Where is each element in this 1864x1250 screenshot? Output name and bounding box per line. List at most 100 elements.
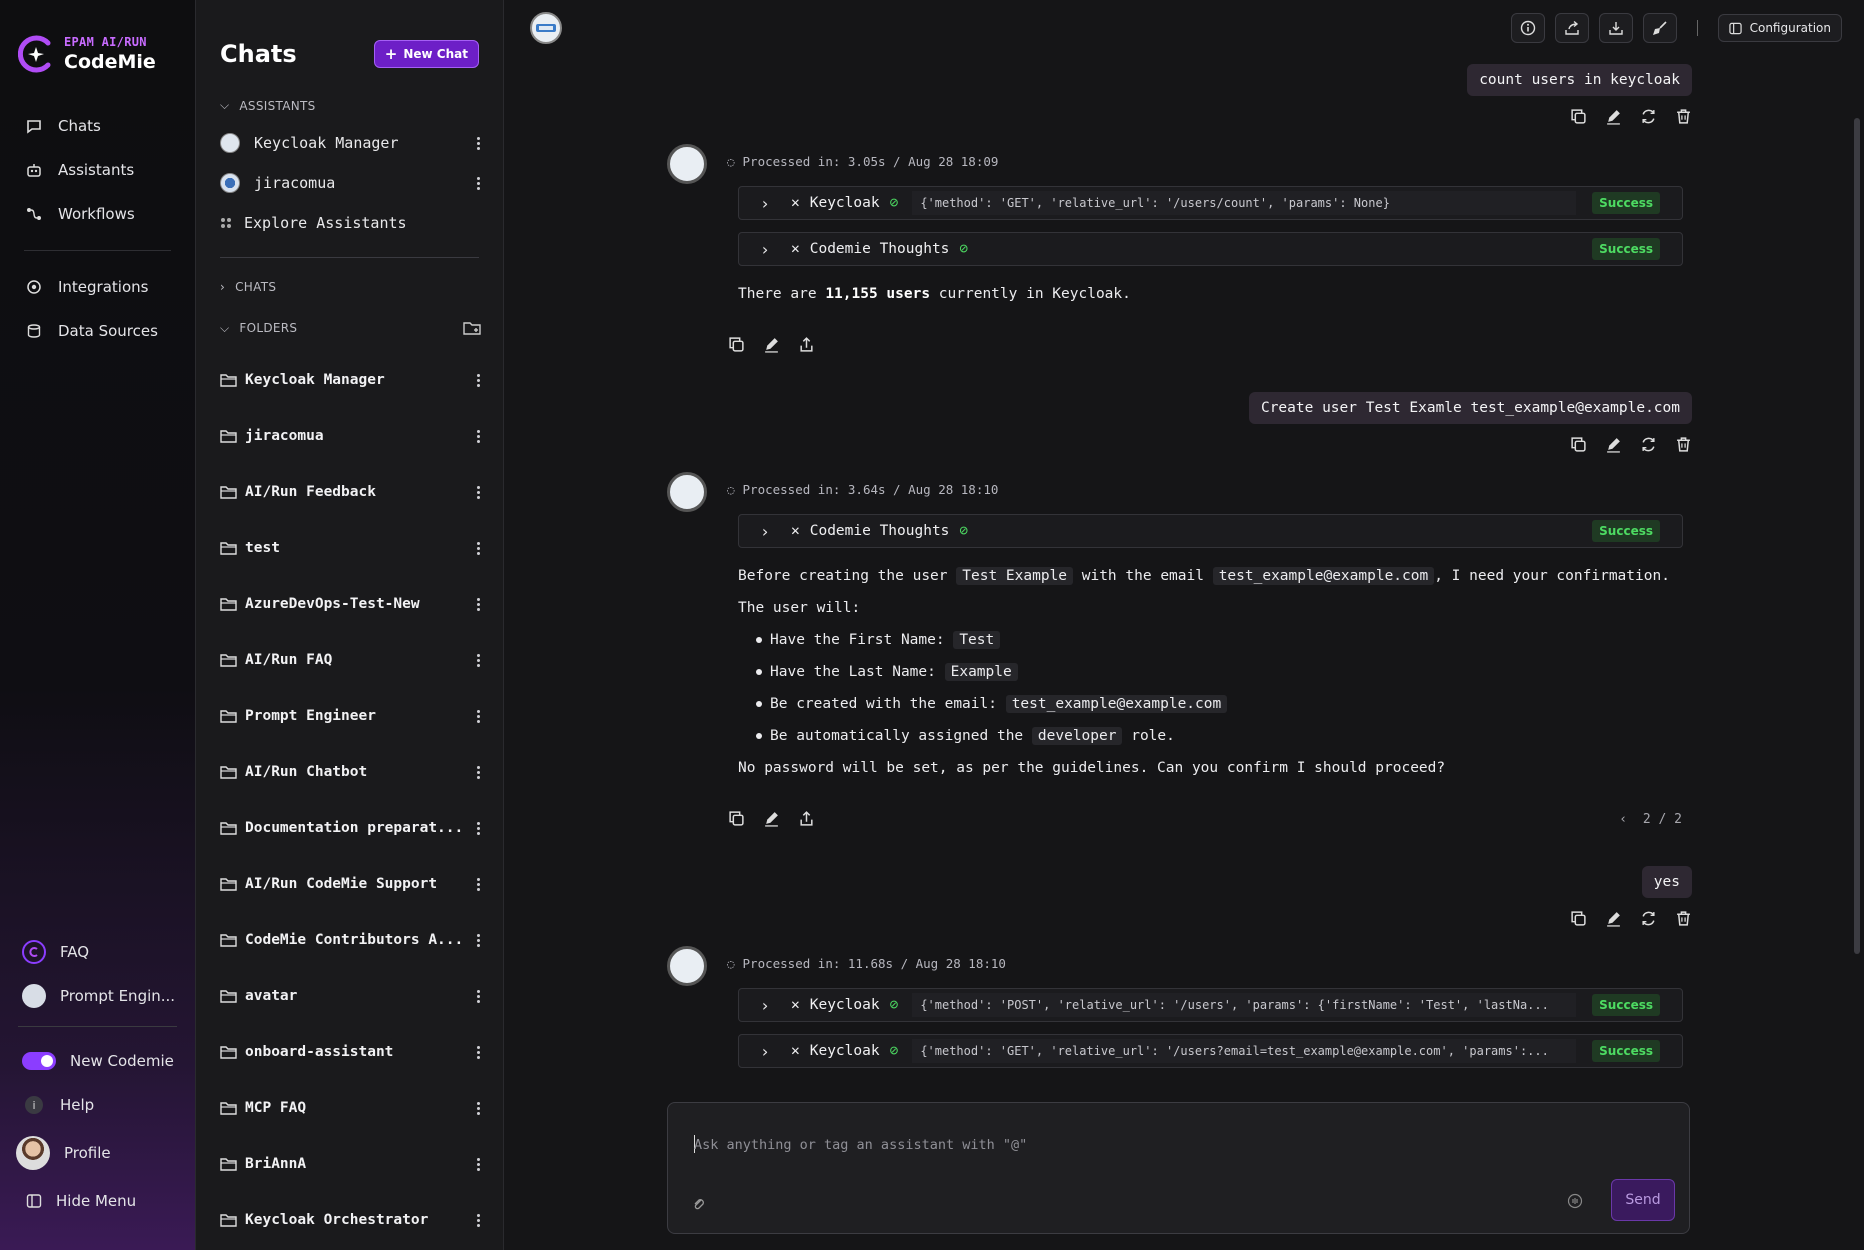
clear-chat-button[interactable] [1642, 13, 1677, 43]
assistant-item-keycloak-manager[interactable]: Keycloak Manager [196, 123, 503, 163]
more-options-icon[interactable] [477, 821, 481, 835]
more-options-icon[interactable] [477, 541, 481, 555]
tool-name-wrap: ✕ Keycloak ⊘ [791, 997, 898, 1013]
folder-item[interactable]: CodeMie Contributors A... [196, 912, 503, 968]
scrollbar[interactable] [1854, 118, 1860, 954]
edit-icon[interactable] [763, 336, 780, 353]
message-input[interactable]: Ask anything or tag an assistant with "@… [694, 1137, 1027, 1153]
folder-item[interactable]: jiracomua [196, 408, 503, 464]
assistant-item-jiracomua[interactable]: jiracomua [196, 163, 503, 203]
nav-item-integrations[interactable]: Integrations [0, 265, 195, 309]
folder-item[interactable]: AI/Run FAQ [196, 632, 503, 688]
folder-item[interactable]: onboard-assistant [196, 1024, 503, 1080]
regenerate-icon[interactable] [1640, 436, 1657, 453]
chevron-left-icon[interactable]: ‹ [1619, 812, 1627, 827]
delete-icon[interactable] [1675, 910, 1692, 927]
tool-call-row[interactable]: › ✕ Codemie Thoughts ⊘ Success [738, 232, 1683, 266]
prompt-engineer-link[interactable]: Prompt Engin... [0, 974, 195, 1018]
hide-menu-button[interactable]: Hide Menu [0, 1179, 195, 1223]
share-button[interactable] [1554, 13, 1589, 43]
brand[interactable]: EPAM AI/RUN CodeMie [0, 0, 195, 74]
new-chat-button[interactable]: + New Chat [373, 40, 479, 68]
folder-item[interactable]: test [196, 520, 503, 576]
folders-section-toggle[interactable]: ⌵ FOLDERS [196, 320, 503, 336]
new-codemie-toggle[interactable] [22, 1052, 56, 1070]
nav-item-assistants[interactable]: Assistants [0, 148, 195, 192]
more-options-icon[interactable] [477, 877, 481, 891]
nav-item-workflows[interactable]: Workflows [0, 192, 195, 236]
copy-icon[interactable] [728, 810, 745, 827]
info-button[interactable] [1510, 13, 1545, 43]
copy-icon[interactable] [1570, 436, 1587, 453]
chevron-down-icon: ⌵ [220, 98, 230, 112]
folder-item[interactable]: MCP FAQ [196, 1080, 503, 1136]
more-options-icon[interactable] [477, 1101, 481, 1115]
regenerate-icon[interactable] [1640, 108, 1657, 125]
tool-call-row[interactable]: › ✕ Codemie Thoughts ⊘ Success [738, 514, 1683, 548]
nav-item-chats[interactable]: Chats [0, 104, 195, 148]
chats-section-toggle[interactable]: › CHATS [196, 280, 503, 294]
configuration-button[interactable]: Configuration [1717, 14, 1842, 42]
add-folder-icon[interactable] [463, 320, 481, 336]
more-options-icon[interactable] [477, 485, 481, 499]
tool-call-row[interactable]: › ✕ Keycloak ⊘ {'method': 'POST', 'relativ… [738, 988, 1683, 1022]
folder-item[interactable]: Keycloak Manager [196, 352, 503, 408]
folders-section-label: FOLDERS [239, 320, 298, 335]
folder-item[interactable]: AzureDevOps-Test-New [196, 576, 503, 632]
edit-icon[interactable] [763, 810, 780, 827]
folder-item[interactable]: AI/Run Feedback [196, 464, 503, 520]
folder-item[interactable]: BriAnnA [196, 1136, 503, 1192]
edit-icon[interactable] [1605, 436, 1622, 453]
voice-input-icon[interactable] [1567, 1193, 1583, 1209]
help-link[interactable]: i Help [0, 1083, 195, 1127]
assistants-section-toggle[interactable]: ⌵ ASSISTANTS [196, 98, 503, 113]
more-options-icon[interactable] [477, 1157, 481, 1171]
copy-icon[interactable] [1570, 910, 1587, 927]
tool-call-row[interactable]: › ✕ Keycloak ⊘ {'method': 'GET', 'relative… [738, 186, 1683, 220]
regenerate-icon[interactable] [1640, 910, 1657, 927]
folder-item[interactable]: Documentation preparat... [196, 800, 503, 856]
folder-item[interactable]: Keycloak Orchestrator [196, 1192, 503, 1248]
inline-code: developer [1031, 727, 1123, 745]
folder-item[interactable]: AI/Run Chatbot [196, 744, 503, 800]
more-options-icon[interactable] [477, 989, 481, 1003]
more-options-icon[interactable] [477, 1045, 481, 1059]
database-icon [27, 324, 41, 338]
folder-item[interactable]: avatar [196, 968, 503, 1024]
folder-name: CodeMie Contributors A... [245, 932, 464, 948]
more-options-icon[interactable] [477, 933, 481, 947]
export-button[interactable] [1598, 13, 1633, 43]
response-pager[interactable]: ‹ 2 / 2 [1619, 812, 1682, 827]
tool-call-row[interactable]: › ✕ Keycloak ⊘ {'method': 'GET', 'relative… [738, 1034, 1683, 1068]
folder-item[interactable]: Prompt Engineer [196, 688, 503, 744]
folder-item[interactable]: AI/Run CodeMie Support [196, 856, 503, 912]
faq-link[interactable]: FAQ [0, 930, 195, 974]
more-options-icon[interactable] [477, 597, 481, 611]
more-options-icon[interactable] [477, 709, 481, 723]
folder-icon [220, 821, 237, 835]
more-options-icon[interactable] [477, 136, 481, 150]
more-options-icon[interactable] [477, 1213, 481, 1227]
processed-text: Processed in: 3.05s / Aug 28 18:09 [742, 154, 999, 169]
more-options-icon[interactable] [477, 653, 481, 667]
send-button[interactable]: Send [1611, 1179, 1675, 1221]
copy-icon[interactable] [1570, 108, 1587, 125]
paperclip-icon[interactable] [692, 1197, 706, 1211]
status-badge: Success [1592, 192, 1660, 214]
edit-icon[interactable] [1605, 108, 1622, 125]
edit-icon[interactable] [1605, 910, 1622, 927]
share-icon[interactable] [798, 810, 815, 827]
more-options-icon[interactable] [477, 765, 481, 779]
explore-assistants-link[interactable]: Explore Assistants [196, 203, 503, 243]
more-options-icon[interactable] [477, 373, 481, 387]
delete-icon[interactable] [1675, 108, 1692, 125]
assistant-logo[interactable] [530, 12, 562, 44]
new-codemie-toggle-row[interactable]: New Codemie [0, 1039, 195, 1083]
copy-icon[interactable] [728, 336, 745, 353]
share-icon[interactable] [798, 336, 815, 353]
profile-link[interactable]: Profile [0, 1127, 195, 1179]
more-options-icon[interactable] [477, 176, 481, 190]
more-options-icon[interactable] [477, 429, 481, 443]
delete-icon[interactable] [1675, 436, 1692, 453]
nav-item-data-sources[interactable]: Data Sources [0, 309, 195, 353]
